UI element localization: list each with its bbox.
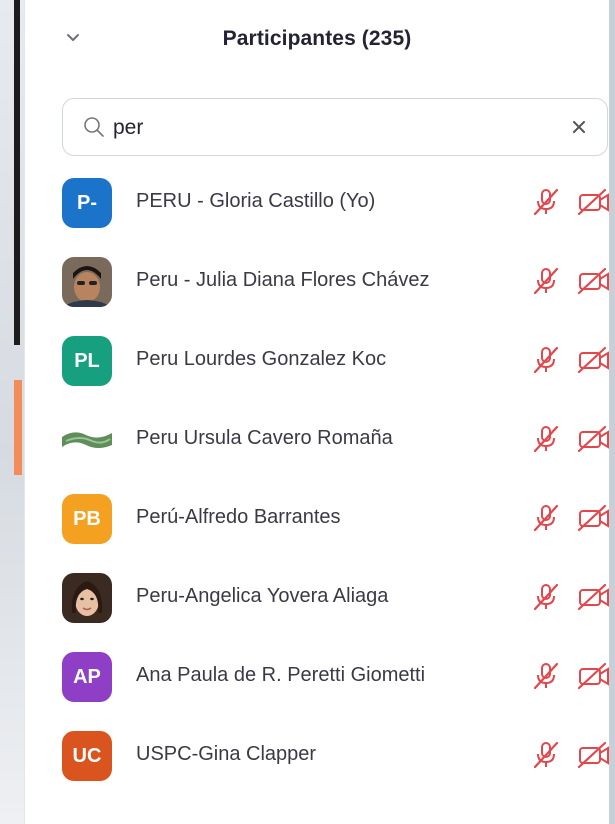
video-off-icon[interactable] (577, 266, 609, 296)
video-off-icon[interactable] (577, 740, 609, 770)
avatar-initials: PL (74, 349, 100, 372)
avatar-initials: PB (73, 507, 101, 530)
window-edge-bar (14, 0, 20, 345)
panel-title: Participantes (235) (222, 27, 412, 50)
participant-row[interactable]: Peru - Julia Diana Flores Chávez (25, 244, 609, 323)
avatar (62, 415, 112, 465)
search-input[interactable] (111, 109, 555, 147)
participant-list: P- PERU - Gloria Castillo (Yo) Peru - Juli… (25, 165, 609, 797)
participant-name: Peru Ursula Cavero Romaña (136, 427, 393, 449)
mic-muted-icon[interactable] (531, 266, 561, 296)
participant-name: Peru-Angelica Yovera Aliaga (136, 585, 389, 607)
search-box[interactable] (62, 98, 608, 156)
participant-row[interactable]: PB Perú-Alfredo Barrantes (25, 481, 609, 560)
search-icon (84, 117, 104, 137)
participant-row[interactable]: PL Peru Lourdes Gonzalez Koc (25, 323, 609, 402)
participant-row[interactable]: Peru-Angelica Yovera Aliaga (25, 560, 609, 639)
participant-row[interactable]: P- PERU - Gloria Castillo (Yo) (25, 165, 609, 244)
accent-bar (14, 380, 22, 475)
mic-muted-icon[interactable] (531, 582, 561, 612)
mic-muted-icon[interactable] (531, 661, 561, 691)
mic-muted-icon[interactable] (531, 424, 561, 454)
close-icon[interactable] (569, 117, 589, 137)
avatar: AP (62, 652, 112, 702)
avatar: PL (62, 336, 112, 386)
avatar-initials: AP (73, 665, 101, 688)
video-off-icon[interactable] (577, 582, 609, 612)
participant-name: USPC-Gina Clapper (136, 743, 317, 765)
participant-row[interactable]: AP Ana Paula de R. Peretti Giometti (25, 639, 609, 718)
avatar: UC (62, 731, 112, 781)
avatar (62, 573, 112, 623)
mic-muted-icon[interactable] (531, 345, 561, 375)
video-off-icon[interactable] (577, 424, 609, 454)
participant-row[interactable]: Peru Ursula Cavero Romaña (25, 402, 609, 481)
participant-name: Perú-Alfredo Barrantes (136, 506, 341, 528)
mic-muted-icon[interactable] (531, 187, 561, 217)
video-off-icon[interactable] (577, 503, 609, 533)
participant-name: PERU - Gloria Castillo (Yo) (136, 190, 376, 212)
background-right (608, 0, 615, 824)
video-off-icon[interactable] (577, 345, 609, 375)
avatar-initials: P- (77, 191, 97, 214)
avatar: P- (62, 178, 112, 228)
participants-panel: Participantes (235) P- PERU - Gloria Cast… (24, 0, 609, 824)
participant-name: Peru Lourdes Gonzalez Koc (136, 348, 387, 370)
video-off-icon[interactable] (577, 661, 609, 691)
participant-name: Ana Paula de R. Peretti Giometti (136, 664, 426, 686)
participant-row[interactable]: UC USPC-Gina Clapper (25, 718, 609, 797)
avatar: PB (62, 494, 112, 544)
panel-header: Participantes (235) (25, 0, 609, 84)
avatar (62, 257, 112, 307)
mic-muted-icon[interactable] (531, 740, 561, 770)
participant-name: Peru - Julia Diana Flores Chávez (136, 269, 430, 291)
video-off-icon[interactable] (577, 187, 609, 217)
mic-muted-icon[interactable] (531, 503, 561, 533)
avatar-initials: UC (72, 744, 102, 767)
